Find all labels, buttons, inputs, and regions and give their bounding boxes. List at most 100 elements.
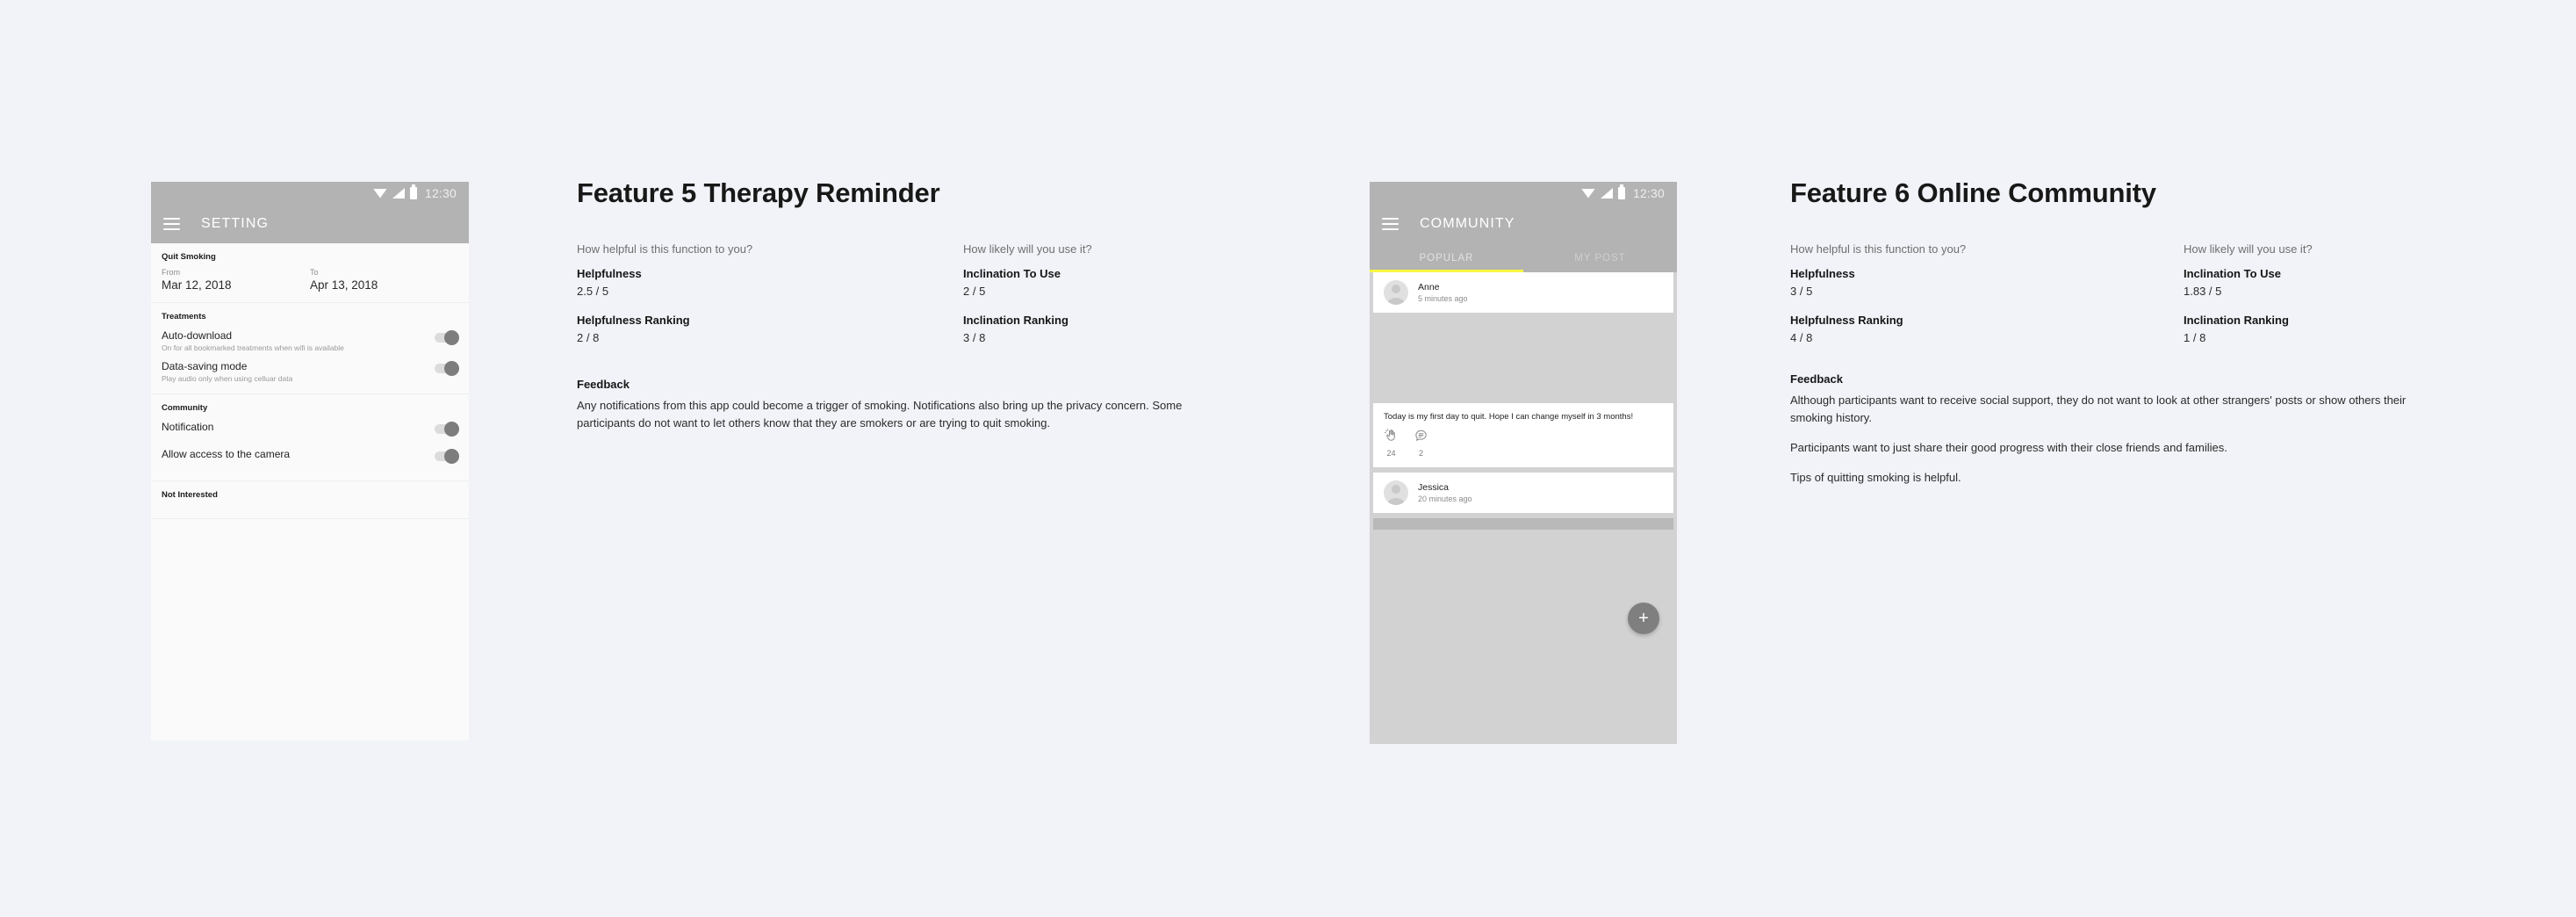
status-time: 12:30 bbox=[1632, 186, 1665, 200]
post-header: Anne 5 minutes ago bbox=[1373, 272, 1673, 313]
bottom-bar bbox=[1373, 518, 1673, 531]
hamburger-menu-icon[interactable] bbox=[163, 218, 180, 230]
date-to-label: To bbox=[310, 268, 319, 277]
feedback-paragraph: Tips of quitting smoking is helpful. bbox=[1790, 471, 1961, 485]
clap-count: 24 bbox=[1386, 449, 1396, 458]
tab-popular-label: POPULAR bbox=[1419, 252, 1474, 264]
feedback-paragraph: Participants want to just share their go… bbox=[1790, 441, 2227, 455]
feature6-inclination-column: How likely will you use it? Inclination … bbox=[2184, 242, 2313, 344]
comment-count: 2 bbox=[1418, 449, 1423, 458]
setting-label: Data-saving mode bbox=[162, 360, 248, 372]
feature5-inclination-column: How likely will you use it? Inclination … bbox=[963, 242, 1092, 344]
inclination-ranking-value: 1 / 8 bbox=[2184, 331, 2206, 344]
inclination-ranking-label: Inclination Ranking bbox=[963, 314, 1069, 327]
post-card[interactable]: Anne 5 minutes ago bbox=[1373, 272, 1673, 313]
inclination-ranking-value: 3 / 8 bbox=[963, 331, 986, 344]
helpfulness-value: 3 / 5 bbox=[1790, 285, 1813, 298]
avatar bbox=[1384, 480, 1408, 506]
settings-phone-mockup: 12:30 SETTING Quit Smoking From Mar 12, … bbox=[151, 182, 469, 740]
community-app-bar: 12:30 COMMUNITY POPULAR MY POST bbox=[1370, 182, 1677, 272]
signal-icon bbox=[1600, 188, 1613, 199]
settings-page-title: SETTING bbox=[201, 216, 270, 231]
feedback-paragraph: Any notifications from this app could be… bbox=[577, 399, 1183, 430]
signal-icon bbox=[392, 188, 405, 199]
date-from-label: From bbox=[162, 268, 180, 277]
post-text: Today is my first day to quit. Hope I ca… bbox=[1384, 412, 1634, 422]
date-from[interactable]: From Mar 12, 2018 bbox=[162, 268, 310, 292]
setting-row-camera-access[interactable]: Allow access to the camera bbox=[162, 448, 459, 464]
status-time: 12:30 bbox=[424, 186, 457, 200]
settings-list: Quit Smoking From Mar 12, 2018 To Apr 13… bbox=[151, 243, 469, 567]
helpfulness-ranking-value: 2 / 8 bbox=[577, 331, 600, 344]
inclination-question: How likely will you use it? bbox=[963, 242, 1092, 256]
feature6-metrics: How helpful is this function to you? Hel… bbox=[1790, 242, 2484, 344]
post-header: Jessica 20 minutes ago bbox=[1373, 473, 1673, 513]
toggle-camera-access[interactable] bbox=[435, 449, 459, 464]
post-actions: 24 2 bbox=[1373, 425, 1673, 467]
section-title: Not Interested bbox=[162, 490, 218, 500]
community-phone-mockup: 12:30 COMMUNITY POPULAR MY POST Anne 5 m… bbox=[1370, 182, 1677, 744]
community-page-title: COMMUNITY bbox=[1420, 216, 1515, 231]
settings-empty-area bbox=[151, 519, 469, 567]
clap-action[interactable]: 24 bbox=[1384, 429, 1399, 458]
tab-my-post-label: MY POST bbox=[1574, 252, 1626, 264]
inclination-value: 1.83 / 5 bbox=[2184, 285, 2222, 298]
setting-row-auto-download[interactable]: Auto-download On for all bookmarked trea… bbox=[162, 329, 459, 352]
settings-app-bar: 12:30 SETTING bbox=[151, 182, 469, 243]
feature6-feedback: Feedback Although participants want to r… bbox=[1790, 372, 2449, 487]
toggle-notification[interactable] bbox=[435, 422, 459, 437]
helpfulness-label: Helpfulness bbox=[1790, 267, 1855, 280]
post-card[interactable]: Jessica 20 minutes ago bbox=[1373, 473, 1673, 514]
post-author: Anne bbox=[1418, 282, 1440, 292]
setting-description: Play audio only when using celluar data bbox=[162, 374, 293, 383]
post-author: Jessica bbox=[1418, 482, 1450, 494]
inclination-label: Inclination To Use bbox=[2184, 267, 2281, 280]
setting-label: Allow access to the camera bbox=[162, 448, 291, 460]
inclination-ranking-label: Inclination Ranking bbox=[2184, 314, 2289, 327]
section-quit-smoking: Quit Smoking From Mar 12, 2018 To Apr 13… bbox=[151, 243, 469, 303]
wifi-icon bbox=[372, 188, 387, 199]
hamburger-menu-icon[interactable] bbox=[1382, 218, 1399, 230]
helpfulness-question: How helpful is this function to you? bbox=[1790, 242, 1967, 256]
post-body-card[interactable]: Today is my first day to quit. Hope I ca… bbox=[1373, 403, 1673, 468]
avatar bbox=[1384, 280, 1408, 305]
setting-label: Auto-download bbox=[162, 329, 233, 342]
feedback-title: Feedback bbox=[577, 378, 630, 391]
setting-row-notification[interactable]: Notification bbox=[162, 421, 459, 437]
community-tab-bar: POPULAR MY POST bbox=[1370, 243, 1677, 272]
section-not-interested[interactable]: Not Interested bbox=[151, 481, 469, 519]
inclination-label: Inclination To Use bbox=[963, 267, 1061, 280]
battery-icon bbox=[1617, 184, 1625, 199]
toggle-data-saving-mode[interactable] bbox=[435, 361, 459, 376]
helpfulness-value: 2.5 / 5 bbox=[577, 285, 609, 298]
inclination-question: How likely will you use it? bbox=[2184, 242, 2313, 256]
date-to-value: Apr 13, 2018 bbox=[310, 278, 378, 292]
date-range-row: From Mar 12, 2018 To Apr 13, 2018 bbox=[162, 268, 458, 292]
tab-popular[interactable]: POPULAR bbox=[1370, 243, 1523, 272]
post-image-placeholder bbox=[1373, 313, 1673, 403]
feature5-helpfulness-column: How helpful is this function to you? Hel… bbox=[577, 242, 963, 344]
setting-label: Notification bbox=[162, 421, 214, 433]
post-timestamp: 5 minutes ago bbox=[1418, 294, 1468, 303]
community-feed: Anne 5 minutes ago Today is my first day… bbox=[1370, 272, 1677, 744]
feature5-title: Feature 5 Therapy Reminder bbox=[577, 177, 940, 208]
status-bar: 12:30 bbox=[1370, 182, 1677, 205]
create-post-fab[interactable]: + bbox=[1628, 603, 1659, 634]
settings-title-row: SETTING bbox=[151, 205, 469, 243]
comment-action[interactable]: 2 bbox=[1414, 429, 1428, 458]
tab-active-indicator bbox=[1370, 270, 1523, 272]
setting-row-data-saving[interactable]: Data-saving mode Play audio only when us… bbox=[162, 360, 459, 383]
battery-icon bbox=[409, 184, 417, 199]
section-title: Community bbox=[162, 403, 208, 413]
plus-icon: + bbox=[1638, 609, 1649, 628]
toggle-auto-download[interactable] bbox=[435, 330, 459, 345]
tab-my-post[interactable]: MY POST bbox=[1523, 243, 1677, 272]
inclination-value: 2 / 5 bbox=[963, 285, 986, 298]
section-community: Community Notification Allow access to t… bbox=[151, 394, 469, 481]
feature5-metrics: How helpful is this function to you? Hel… bbox=[577, 242, 1244, 344]
feature6-panel: Feature 6 Online Community How helpful i… bbox=[1790, 177, 2484, 500]
section-treatments: Treatments Auto-download On for all book… bbox=[151, 303, 469, 394]
wifi-icon bbox=[1580, 188, 1595, 199]
helpfulness-label: Helpfulness bbox=[577, 267, 642, 280]
date-to[interactable]: To Apr 13, 2018 bbox=[310, 268, 458, 292]
